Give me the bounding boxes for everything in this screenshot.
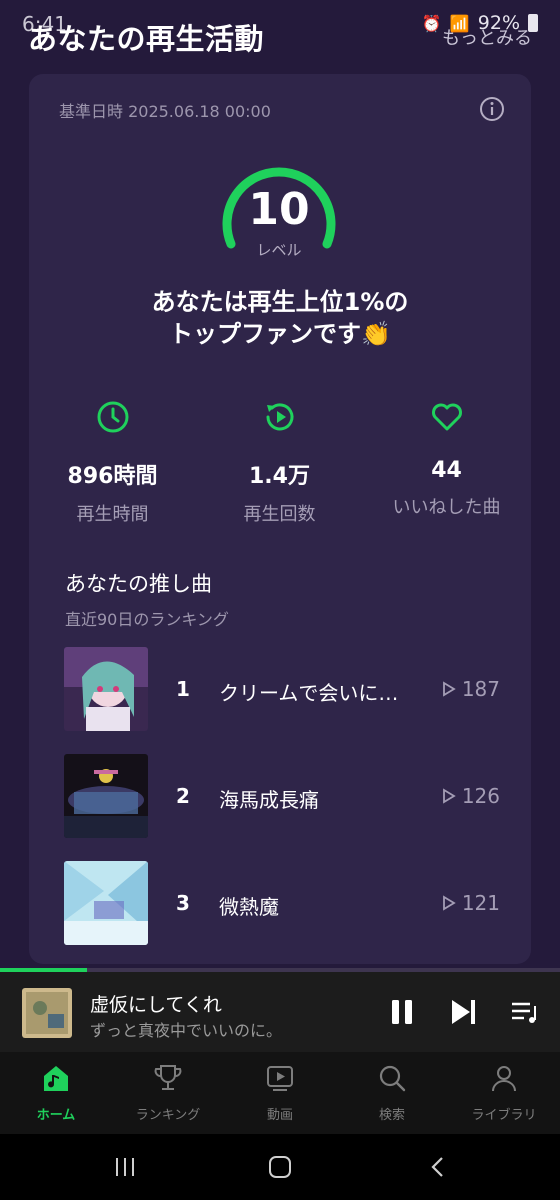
level-label: レベル (256, 241, 302, 259)
queue-icon[interactable] (508, 996, 540, 1028)
pause-icon[interactable] (386, 996, 418, 1028)
heart-icon (431, 403, 462, 431)
nav-label: 動画 (266, 1108, 293, 1123)
now-playing-cover (22, 988, 72, 1038)
alarm-icon: ⏰ (421, 13, 442, 33)
stat-label: 再生時間 (76, 504, 149, 525)
search-icon (379, 1065, 406, 1092)
track-row[interactable]: 2 海馬成長痛 126 (64, 754, 504, 838)
next-track-icon[interactable] (448, 996, 480, 1028)
album-cover (64, 861, 148, 945)
nav-label: ライブラリ (471, 1108, 537, 1123)
home-icon (44, 1066, 68, 1091)
replay-icon (266, 403, 293, 431)
track-title: 微熱魔 (219, 895, 279, 919)
play-count: 121 (461, 891, 500, 915)
headline-line-2: トップファンです👏 (169, 320, 391, 348)
stat-liked-songs: 44 いいねした曲 (363, 400, 530, 519)
track-title: 海馬成長痛 (219, 788, 319, 812)
fan-headline: あなたは再生上位1%の トップファンです👏 (29, 286, 531, 350)
nav-search[interactable]: 検索 (336, 1062, 448, 1123)
favorites-subtitle: 直近90日のランキング (65, 610, 229, 629)
now-playing-artist: ずっと真夜中でいいのに。 (90, 1021, 283, 1040)
recent-apps-icon[interactable] (110, 1152, 140, 1182)
track-plays: 121 (442, 891, 500, 915)
now-playing-title: 虚仮にしてくれ (90, 994, 222, 1016)
video-icon (267, 1066, 293, 1091)
play-count-icon (442, 788, 456, 804)
bottom-nav: ホーム ランキング 動画 検索 ライブラリ (0, 1052, 560, 1134)
nav-video[interactable]: 動画 (224, 1062, 336, 1123)
stat-play-time: 896時間 再生時間 (29, 400, 196, 526)
play-count-icon (442, 681, 456, 697)
track-title: クリームで会いに… (219, 681, 399, 705)
activity-card: 基準日時 2025.06.18 00:00 10 レベル あなたは再生上位1%の… (29, 74, 531, 964)
clock-icon (97, 401, 128, 433)
track-rank: 2 (176, 784, 190, 808)
back-icon[interactable] (424, 1152, 454, 1182)
play-count-icon (442, 895, 456, 911)
track-row[interactable]: 3 微熱魔 121 (64, 861, 504, 945)
stat-value: 44 (431, 458, 462, 483)
nav-home[interactable]: ホーム (0, 1062, 112, 1123)
system-nav-bar (0, 1134, 560, 1200)
page-title: あなたの再生活動 (28, 22, 265, 56)
stat-play-count: 1.4万 再生回数 (196, 400, 363, 526)
more-link[interactable]: もっとみる (442, 24, 532, 50)
mini-player[interactable]: 虚仮にしてくれ ずっと真夜中でいいのに。 (0, 972, 560, 1052)
stats-row: 896時間 再生時間 1.4万 再生回数 44 いいねした曲 (29, 400, 531, 525)
reference-date: 基準日時 2025.06.18 00:00 (59, 102, 271, 121)
trophy-icon (154, 1065, 182, 1090)
headline-line-1: あなたは再生上位1%の (151, 288, 409, 316)
track-rank: 3 (176, 891, 190, 915)
track-plays: 187 (442, 677, 500, 701)
nav-label: ホーム (36, 1108, 76, 1123)
album-cover (64, 754, 148, 838)
play-count: 187 (461, 677, 500, 701)
stat-label: 再生回数 (243, 504, 316, 525)
nav-label: ランキング (135, 1108, 201, 1123)
person-icon (492, 1066, 516, 1092)
level-value: 10 (248, 184, 310, 235)
stat-value: 1.4万 (249, 464, 310, 489)
home-button-icon[interactable] (265, 1152, 295, 1182)
nav-ranking[interactable]: ランキング (112, 1062, 224, 1123)
album-cover (64, 647, 148, 731)
track-row[interactable]: 1 クリームで会いに… 187 (64, 647, 504, 731)
track-plays: 126 (442, 784, 500, 808)
info-icon[interactable] (479, 96, 505, 122)
stat-label: いいねした曲 (392, 497, 501, 518)
stat-value: 896時間 (67, 464, 158, 489)
favorites-title: あなたの推し曲 (65, 572, 212, 596)
play-count: 126 (461, 784, 500, 808)
nav-label: 検索 (378, 1108, 405, 1123)
track-rank: 1 (176, 677, 190, 701)
nav-library[interactable]: ライブラリ (448, 1062, 560, 1123)
